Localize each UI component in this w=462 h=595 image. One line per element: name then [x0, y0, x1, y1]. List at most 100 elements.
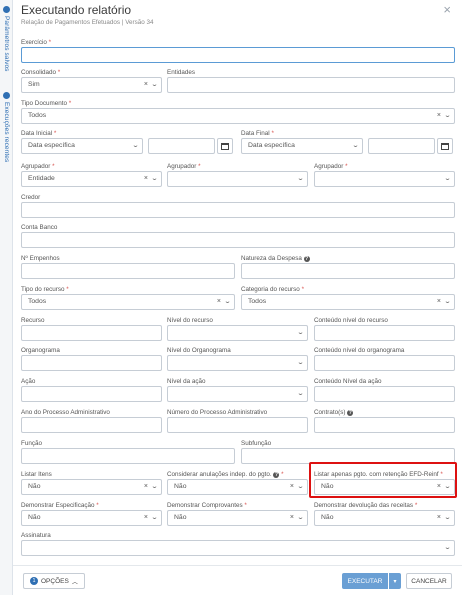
data-final-date-input[interactable] — [368, 138, 435, 154]
field-contratos: Contrato(s) ? — [314, 408, 455, 433]
demonstrar-devolucao-select[interactable]: Não × ⌄ — [314, 510, 455, 526]
contratos-input[interactable] — [314, 417, 455, 433]
agrupador-1-select[interactable]: Entidade × ⌄ — [21, 171, 162, 187]
field-agrupador-3: Agrupador * ⌄ — [314, 162, 455, 187]
nivel-organograma-select[interactable]: ⌄ — [167, 355, 308, 371]
funcao-input[interactable] — [21, 448, 235, 464]
conta-banco-input[interactable] — [21, 232, 455, 248]
agrupador-2-select[interactable]: ⌄ — [167, 171, 308, 187]
chevron-down-icon[interactable]: ⌄ — [297, 387, 305, 401]
field-conteudo-nivel-recurso: Conteúdo nível do recurso — [314, 316, 455, 341]
field-assinatura: Assinatura ⌄ — [21, 531, 455, 556]
credor-label: Credor — [21, 194, 41, 201]
listar-itens-label: Listar Itens — [21, 471, 52, 478]
chevron-down-icon[interactable]: ⌄ — [132, 139, 140, 153]
data-inicial-select[interactable]: Data específica ⌄ — [21, 138, 143, 154]
options-count-badge: 1 — [30, 577, 38, 585]
entidades-input[interactable] — [167, 77, 455, 93]
conteudo-nivel-recurso-input[interactable] — [314, 325, 455, 341]
chevron-down-icon[interactable]: ⌄ — [297, 172, 305, 186]
chevron-down-icon[interactable]: ⌄ — [151, 172, 159, 186]
acao-input[interactable] — [21, 386, 162, 402]
clear-icon[interactable]: × — [144, 81, 148, 88]
clear-icon[interactable]: × — [437, 298, 441, 305]
recurso-label: Recurso — [21, 317, 45, 324]
field-listar-efd-reinf: Listar apenas pgto. com retenção EFD-Rei… — [314, 470, 455, 495]
clear-icon[interactable]: × — [437, 112, 441, 119]
data-inicial-calendar-button[interactable] — [217, 138, 233, 154]
chevron-down-icon[interactable]: ⌄ — [444, 511, 452, 525]
info-icon[interactable]: ? — [303, 256, 310, 262]
chevron-down-icon[interactable]: ⌄ — [224, 295, 232, 309]
clear-icon[interactable]: × — [144, 175, 148, 182]
clear-icon[interactable]: × — [144, 483, 148, 490]
chevron-down-icon[interactable]: ⌄ — [151, 78, 159, 92]
chevron-down-icon[interactable]: ⌄ — [444, 172, 452, 186]
clear-icon[interactable]: × — [144, 514, 148, 521]
chevron-down-icon[interactable]: ⌄ — [444, 109, 452, 123]
recurso-input[interactable] — [21, 325, 162, 341]
chevron-down-icon[interactable]: ⌄ — [352, 139, 360, 153]
numero-processo-label: Número do Processo Administrativo — [167, 409, 268, 416]
agrupador-1-label: Agrupador — [21, 163, 51, 170]
tab-execucoes-recentes-label: Execuções recentes — [3, 102, 10, 163]
conteudo-nivel-organograma-input[interactable] — [314, 355, 455, 371]
execute-dropdown-button[interactable]: ▾ — [389, 573, 401, 589]
listar-efd-reinf-select[interactable]: Não × ⌄ — [314, 479, 455, 495]
chevron-down-icon[interactable]: ⌄ — [297, 356, 305, 370]
field-entidades: Entidades — [167, 68, 455, 93]
exercicio-input[interactable] — [21, 47, 455, 63]
numero-processo-input[interactable] — [167, 417, 308, 433]
data-final-calendar-button[interactable] — [437, 138, 453, 154]
chevron-down-icon[interactable]: ⌄ — [444, 480, 452, 494]
chevron-down-icon[interactable]: ⌄ — [151, 480, 159, 494]
clear-icon[interactable]: × — [217, 298, 221, 305]
organograma-input[interactable] — [21, 355, 162, 371]
consolidado-select[interactable]: Sim × ⌄ — [21, 77, 162, 93]
conteudo-nivel-acao-input[interactable] — [314, 386, 455, 402]
categoria-recurso-select[interactable]: Todos × ⌄ — [241, 294, 455, 310]
execute-button[interactable]: EXECUTAR — [342, 573, 388, 589]
nivel-recurso-select[interactable]: ⌄ — [167, 325, 308, 341]
close-icon[interactable]: × — [443, 3, 451, 17]
chevron-down-icon[interactable]: ⌄ — [297, 480, 305, 494]
chevron-down-icon[interactable]: ⌄ — [151, 511, 159, 525]
dialog-header: Executando relatório Relação de Pagament… — [21, 3, 451, 27]
field-conteudo-nivel-organograma: Conteúdo nível do organograma — [314, 346, 455, 371]
data-inicial-date-input[interactable] — [148, 138, 215, 154]
data-final-select[interactable]: Data específica ⌄ — [241, 138, 363, 154]
chevron-down-icon[interactable]: ⌄ — [444, 295, 452, 309]
n-empenhos-input[interactable] — [21, 263, 235, 279]
tipo-recurso-select[interactable]: Todos × ⌄ — [21, 294, 235, 310]
demonstrar-comprovantes-select[interactable]: Não × ⌄ — [167, 510, 308, 526]
considerar-anulacoes-select[interactable]: Não × ⌄ — [167, 479, 308, 495]
clear-icon[interactable]: × — [290, 514, 294, 521]
subfuncao-label: Subfunção — [241, 440, 272, 447]
options-button[interactable]: 1 OPÇÕES ︿ — [23, 573, 85, 589]
info-icon[interactable]: ? — [273, 472, 280, 478]
agrupador-3-select[interactable]: ⌄ — [314, 171, 455, 187]
assinatura-select[interactable]: ⌄ — [21, 540, 455, 556]
subfuncao-input[interactable] — [241, 448, 455, 464]
credor-input[interactable] — [21, 202, 455, 218]
nivel-acao-select[interactable]: ⌄ — [167, 386, 308, 402]
listar-itens-select[interactable]: Não × ⌄ — [21, 479, 162, 495]
demonstrar-especificacao-select[interactable]: Não × ⌄ — [21, 510, 162, 526]
field-conteudo-nivel-acao: Conteúdo Nível da ação — [314, 377, 455, 402]
cancel-button[interactable]: CANCELAR — [406, 573, 452, 589]
natureza-despesa-input[interactable] — [241, 263, 455, 279]
history-icon — [3, 92, 10, 99]
field-demonstrar-especificacao: Demonstrar Especificação * Não × ⌄ — [21, 501, 162, 526]
chevron-down-icon[interactable]: ⌄ — [444, 541, 452, 555]
clear-icon[interactable]: × — [437, 483, 441, 490]
categoria-recurso-label: Categoria do recurso — [241, 286, 300, 293]
tipo-documento-select[interactable]: Todos × ⌄ — [21, 108, 455, 124]
chevron-down-icon[interactable]: ⌄ — [297, 511, 305, 525]
tab-parametros-salvos[interactable]: Parâmetros salvos — [1, 6, 12, 72]
tab-execucoes-recentes[interactable]: Execuções recentes — [1, 92, 12, 162]
chevron-down-icon[interactable]: ⌄ — [297, 326, 305, 340]
clear-icon[interactable]: × — [290, 483, 294, 490]
ano-processo-input[interactable] — [21, 417, 162, 433]
info-icon[interactable]: ? — [347, 410, 354, 416]
clear-icon[interactable]: × — [437, 514, 441, 521]
